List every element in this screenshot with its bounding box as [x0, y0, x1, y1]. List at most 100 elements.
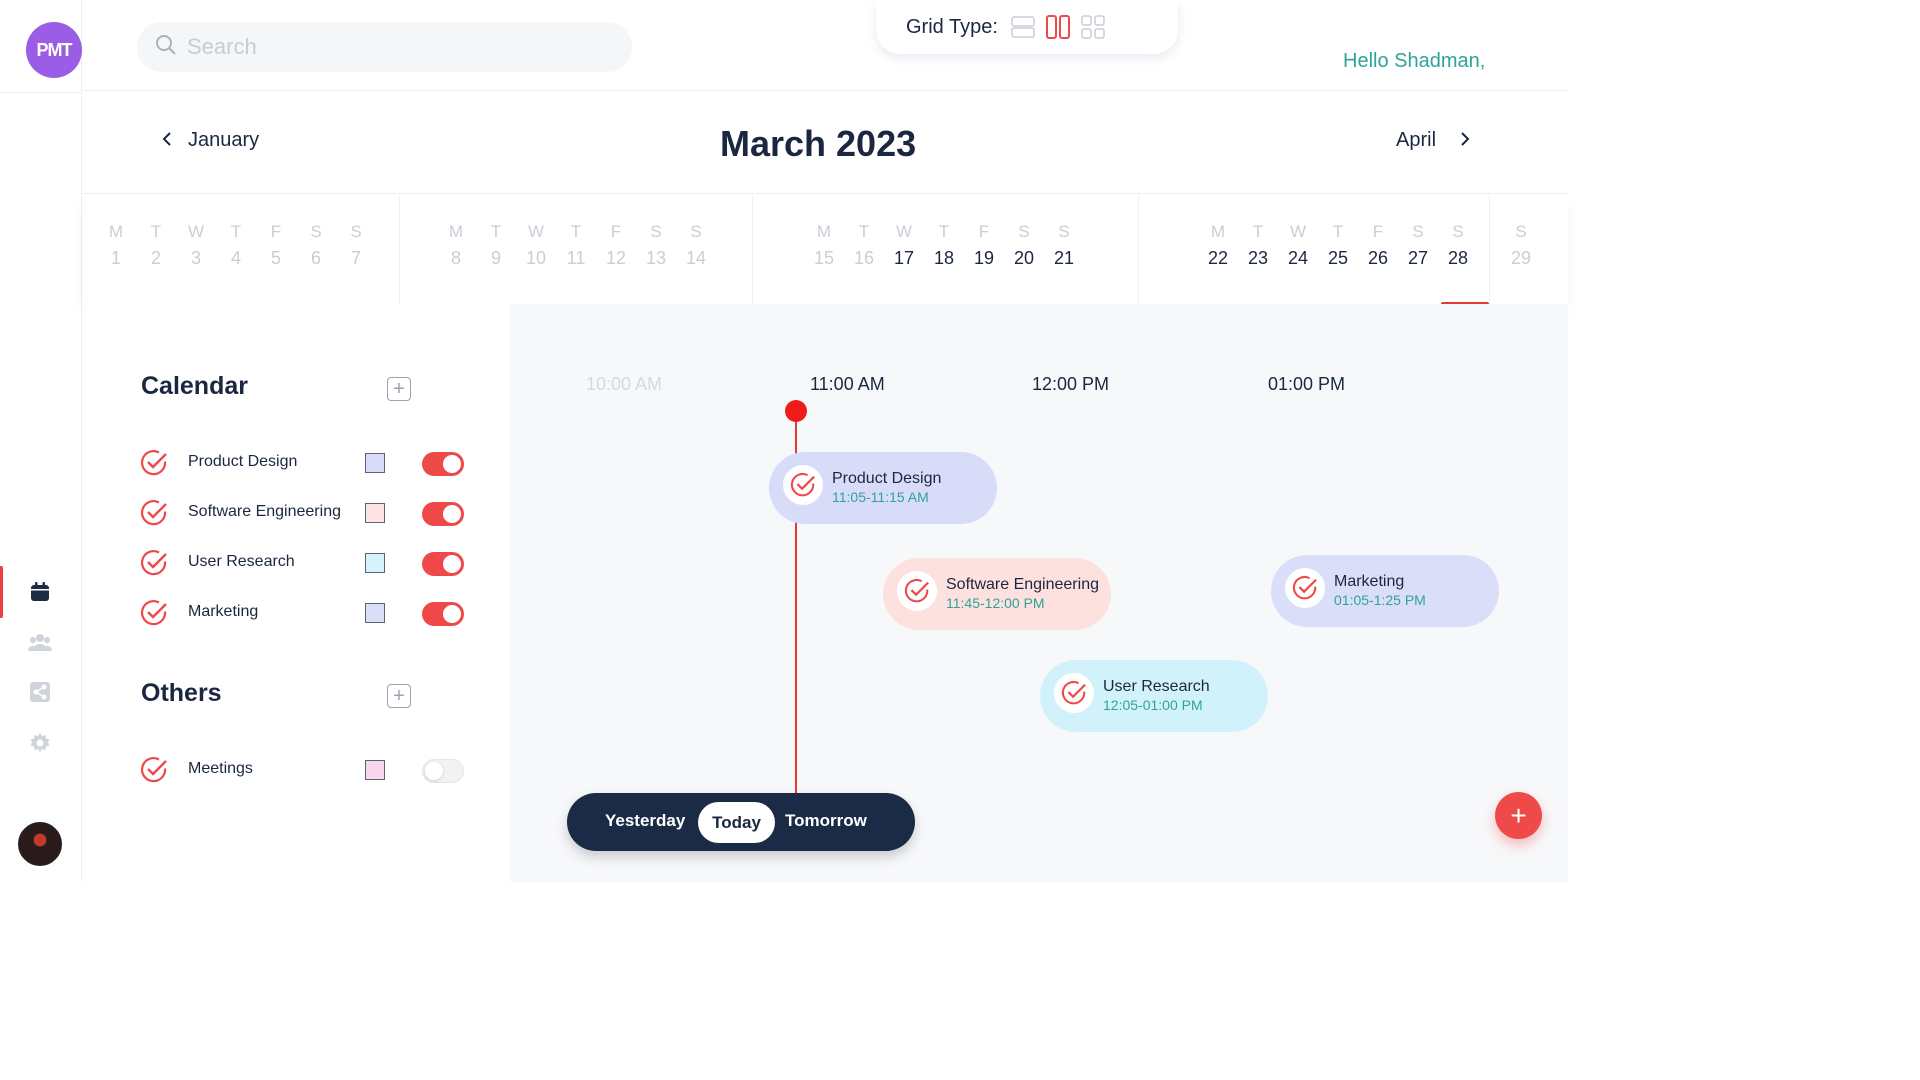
day-cell[interactable]: S 28 — [1443, 220, 1473, 272]
day-number: 14 — [685, 248, 707, 268]
day-cell[interactable]: T2 — [141, 220, 171, 272]
time-label: 01:00 PM — [1268, 374, 1346, 394]
check-icon — [140, 499, 168, 527]
day-cell[interactable]: W 24 — [1283, 220, 1313, 272]
calendar-toggle[interactable] — [422, 552, 464, 576]
day-cell[interactable]: S6 — [301, 220, 331, 272]
add-calendar-button[interactable]: + — [387, 377, 411, 401]
color-swatch[interactable] — [365, 553, 385, 573]
day-number: 5 — [270, 248, 281, 268]
greeting: Hello Shadman, — [1343, 50, 1486, 72]
event-marketing[interactable]: Marketing 01:05-1:25 PM — [1271, 555, 1499, 627]
day-number: 22 — [1207, 248, 1229, 268]
calendar-toggle[interactable] — [422, 759, 464, 783]
toggle-knob — [443, 455, 461, 473]
share-icon[interactable] — [28, 680, 52, 704]
day-cell[interactable]: M 15 — [809, 220, 839, 272]
day-cell[interactable]: T 16 — [849, 220, 879, 272]
grid-type-label: Grid Type: — [906, 15, 998, 38]
day-cell[interactable]: W 17 — [889, 220, 919, 272]
day-cell[interactable]: S 14 — [681, 220, 711, 272]
day-cell[interactable]: T4 — [221, 220, 251, 272]
time-label: 10:00 AM — [586, 374, 663, 394]
calendar-item-product-design[interactable]: Product Design — [140, 449, 480, 479]
day-cell[interactable]: S 29 — [1506, 220, 1536, 272]
calendar-item-user-research[interactable]: User Research — [140, 549, 480, 579]
day-cell[interactable]: S 27 — [1403, 220, 1433, 272]
color-swatch[interactable] — [365, 453, 385, 473]
day-cell[interactable]: S 21 — [1049, 220, 1079, 272]
day-switcher: Yesterday Today Tomorrow — [567, 793, 915, 851]
next-month-button[interactable]: April — [1396, 129, 1470, 152]
color-swatch[interactable] — [365, 760, 385, 780]
calendar-item-label: Meetings — [188, 760, 253, 777]
weekday-label: F — [270, 222, 282, 241]
grid-rows-icon[interactable] — [1010, 14, 1036, 40]
settings-icon[interactable] — [28, 731, 52, 755]
weekday-label: W — [1289, 222, 1307, 241]
day-cell[interactable]: F 12 — [601, 220, 631, 272]
day-number: 28 — [1447, 248, 1469, 268]
event-user-research[interactable]: User Research 12:05-01:00 PM — [1040, 660, 1268, 732]
time-label: 12:00 PM — [1032, 374, 1110, 394]
day-cell[interactable]: M1 — [101, 220, 131, 272]
calendar-icon[interactable] — [28, 580, 52, 604]
weekday-label: T — [1332, 222, 1344, 241]
rail-active-indicator — [0, 566, 3, 618]
color-swatch[interactable] — [365, 503, 385, 523]
day-cell[interactable]: W3 — [181, 220, 211, 272]
day-cell[interactable]: F 26 — [1363, 220, 1393, 272]
today-button[interactable]: Today — [698, 802, 775, 843]
check-icon — [897, 571, 937, 611]
day-cell[interactable]: T 25 — [1323, 220, 1353, 272]
weekday-label: W — [895, 222, 913, 241]
yesterday-button[interactable]: Yesterday — [605, 811, 685, 831]
weekday-label: M — [448, 222, 464, 241]
day-number: 21 — [1053, 248, 1075, 268]
day-cell[interactable]: T 18 — [929, 220, 959, 272]
day-cell[interactable]: F 19 — [969, 220, 999, 272]
day-cell[interactable]: W 10 — [521, 220, 551, 272]
day-cell[interactable]: M8 — [441, 220, 471, 272]
day-cell[interactable]: S7 — [341, 220, 371, 272]
calendar-toggle[interactable] — [422, 502, 464, 526]
team-icon[interactable] — [28, 630, 52, 654]
day-number: 17 — [893, 248, 915, 268]
check-icon — [140, 599, 168, 627]
weekday-label: S — [690, 222, 702, 241]
toggle-knob — [443, 605, 461, 623]
search-bar[interactable] — [137, 22, 632, 72]
add-event-button[interactable]: + — [1495, 792, 1542, 839]
app-logo[interactable]: PMT — [26, 22, 82, 78]
day-number: 27 — [1407, 248, 1429, 268]
grid-columns-icon[interactable] — [1045, 14, 1071, 40]
check-icon — [1054, 673, 1094, 713]
color-swatch[interactable] — [365, 603, 385, 623]
user-avatar[interactable] — [18, 822, 62, 866]
search-input[interactable] — [187, 34, 587, 60]
day-cell[interactable]: M 22 — [1203, 220, 1233, 272]
day-number: 19 — [973, 248, 995, 268]
day-number: 23 — [1247, 248, 1269, 268]
calendar-item-marketing[interactable]: Marketing — [140, 599, 480, 629]
day-cell[interactable]: S 20 — [1009, 220, 1039, 272]
day-number: 25 — [1327, 248, 1349, 268]
event-software-engineering[interactable]: Software Engineering 11:45-12:00 PM — [883, 558, 1111, 630]
week-strip: M 1 T 2 W 3 T 4 F 5 S 6 S 7 M 8 T 9 W 10 T 11 F 12 S 13 S 14 M 15 T 16 W… — [82, 194, 1568, 306]
day-cell[interactable]: T 23 — [1243, 220, 1273, 272]
add-other-button[interactable]: + — [387, 684, 411, 708]
calendar-toggle[interactable] — [422, 602, 464, 626]
day-cell[interactable]: F5 — [261, 220, 291, 272]
event-product-design[interactable]: Product Design 11:05-11:15 AM — [769, 452, 997, 524]
time-label: 11:00 AM — [810, 374, 885, 394]
day-cell[interactable]: S 13 — [641, 220, 671, 272]
calendar-item-meetings[interactable]: Meetings — [140, 756, 480, 786]
tomorrow-button[interactable]: Tomorrow — [785, 811, 867, 831]
prev-month-button[interactable]: January — [162, 129, 259, 152]
calendar-item-software-engineering[interactable]: Software Engineering — [140, 499, 480, 529]
day-number: 24 — [1287, 248, 1309, 268]
day-cell[interactable]: T 11 — [561, 220, 591, 272]
day-cell[interactable]: T9 — [481, 220, 511, 272]
grid-tiles-icon[interactable] — [1080, 14, 1106, 40]
calendar-toggle[interactable] — [422, 452, 464, 476]
